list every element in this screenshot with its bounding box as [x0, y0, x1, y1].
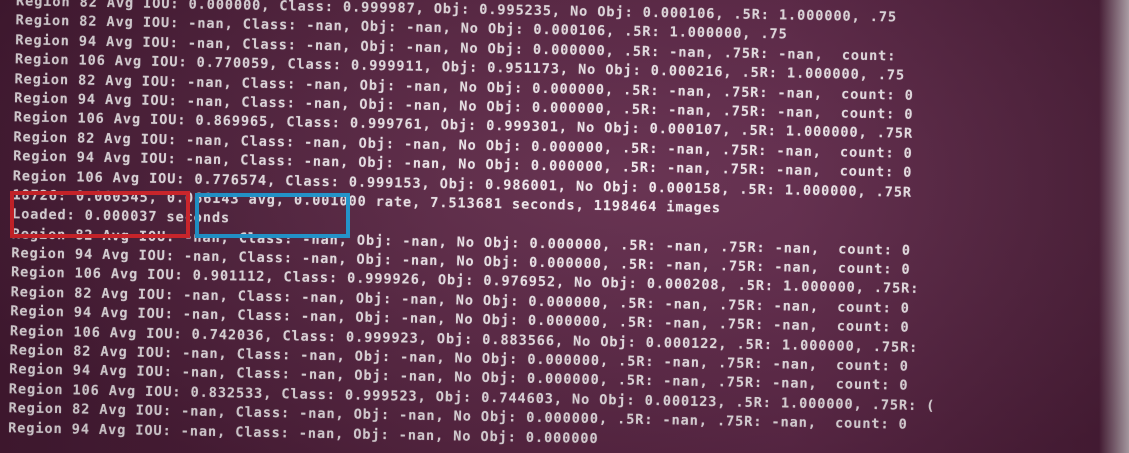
terminal-photo: Region 82 Avg IOU: 0.000000, Class: 0.99… [0, 0, 1129, 453]
terminal-output: Region 82 Avg IOU: 0.000000, Class: 0.99… [8, 0, 1129, 453]
